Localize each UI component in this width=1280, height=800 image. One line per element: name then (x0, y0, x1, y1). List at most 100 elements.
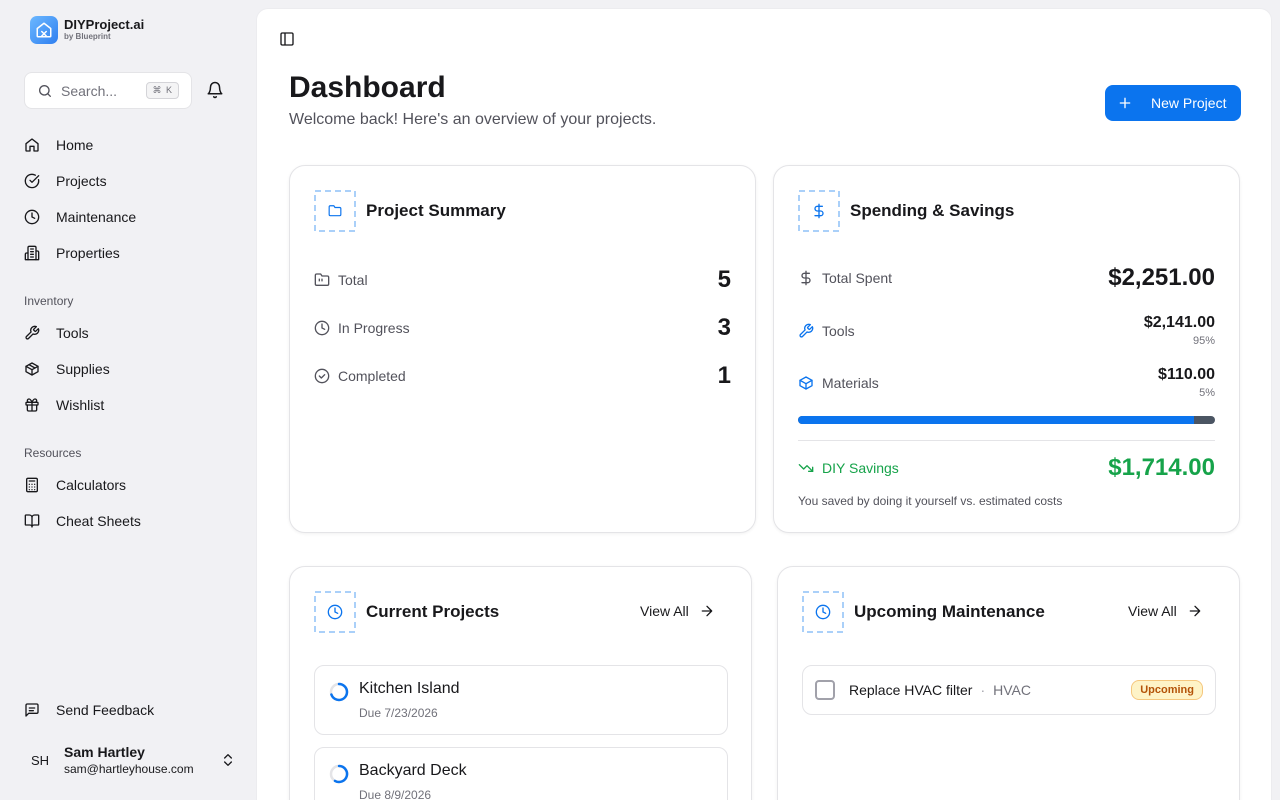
sidebar-item-calculators[interactable]: Calculators (24, 475, 126, 495)
sidebar-item-cheat-sheets[interactable]: Cheat Sheets (24, 511, 141, 531)
sidebar-item-projects[interactable]: Projects (24, 171, 107, 191)
maintenance-name: Replace HVAC filter (849, 682, 973, 698)
wrench-icon (25, 325, 40, 340)
spending-savings-card: Spending & Savings Total Spent $2,251.00… (773, 165, 1240, 533)
home-icon (25, 138, 39, 152)
section-label-inventory: Inventory (24, 294, 74, 308)
clock-icon (314, 320, 330, 336)
arrow-right-icon (1189, 605, 1201, 617)
maintenance-category: HVAC (993, 682, 1031, 698)
stat-in-progress: In Progress 3 (314, 314, 731, 342)
project-item[interactable]: Kitchen Island Due 7/23/2026 (314, 665, 728, 735)
maintenance-checkbox[interactable] (815, 680, 835, 700)
user-menu[interactable]: SH Sam Hartley sam@hartleyhouse.com (24, 740, 236, 780)
sidebar-item-properties[interactable]: Properties (24, 243, 120, 263)
maintenance-item[interactable]: Replace HVAC filter · HVAC Upcoming (802, 665, 1216, 715)
progress-ring-icon (329, 682, 349, 702)
tools-spend-label: Tools (822, 322, 855, 339)
total-spent-label: Total Spent (822, 270, 893, 286)
main-content: Dashboard Welcome back! Here's an overvi… (256, 8, 1272, 800)
diy-savings-value: $1,714.00 (1108, 454, 1215, 481)
package-icon (25, 362, 39, 376)
page-title: Dashboard (289, 71, 446, 104)
stat-label: Total (338, 272, 368, 288)
materials-spend-label: Materials (822, 374, 879, 391)
tools-spend-value: $2,141.00 (1143, 314, 1215, 331)
check-circle-icon (314, 368, 330, 384)
progress-ring-icon (329, 764, 349, 784)
card-title: Upcoming Maintenance (854, 602, 1045, 621)
materials-spend-value: $110.00 (1158, 366, 1215, 383)
sidebar-item-supplies[interactable]: Supplies (24, 359, 110, 379)
sidebar-item-tools[interactable]: Tools (24, 323, 89, 343)
new-project-button[interactable]: New Project (1105, 85, 1241, 121)
user-email: sam@hartleyhouse.com (64, 762, 194, 776)
search-input[interactable]: Search... ⌘ K (24, 72, 192, 109)
tools-spend-row: Tools $2,141.00 95% (798, 314, 1215, 347)
panel-left-icon (280, 32, 294, 46)
view-all-maintenance-button[interactable]: View All (1128, 603, 1203, 619)
send-feedback-button[interactable]: Send Feedback (24, 702, 154, 718)
sidebar: DIYProject.ai by Blueprint Search... ⌘ K… (0, 0, 256, 800)
package-icon (799, 375, 813, 390)
page-subtitle: Welcome back! Here's an overview of your… (289, 111, 657, 128)
view-all-projects-button[interactable]: View All (640, 603, 715, 619)
sidebar-item-label: Properties (56, 245, 120, 261)
search-placeholder: Search... (61, 82, 118, 99)
spend-split-bar (798, 416, 1215, 424)
separator-dot: · (980, 682, 986, 698)
sidebar-toggle-button[interactable] (279, 31, 295, 47)
total-spent-row: Total Spent $2,251.00 (798, 264, 1215, 292)
stat-value: 1 (717, 362, 731, 389)
sidebar-item-label: Supplies (56, 361, 110, 377)
stat-label: In Progress (338, 320, 410, 336)
wrench-icon (799, 323, 814, 338)
tools-spend-pct: 95% (1192, 335, 1215, 347)
calculator-icon (26, 477, 38, 493)
sidebar-item-label: Cheat Sheets (56, 513, 141, 529)
stat-completed: Completed 1 (314, 362, 731, 390)
sidebar-item-wishlist[interactable]: Wishlist (24, 395, 104, 415)
sidebar-item-maintenance[interactable]: Maintenance (24, 207, 136, 227)
diy-savings-row: DIY Savings $1,714.00 (798, 454, 1215, 482)
status-badge: Upcoming (1131, 680, 1203, 700)
card-title: Current Projects (366, 602, 500, 621)
clock-icon (24, 209, 40, 225)
current-projects-card: Current Projects View All Kitchen Island… (289, 566, 752, 800)
card-title: Project Summary (366, 201, 506, 220)
check-circle-icon (24, 173, 40, 189)
arrow-right-icon (701, 605, 713, 617)
project-summary-card: Project Summary Total 5 In Progress 3 Co… (289, 165, 756, 533)
brand-logo-icon (30, 16, 58, 44)
section-label-resources: Resources (24, 446, 82, 460)
current-projects-icon-box (314, 591, 356, 633)
project-due: Due 8/9/2026 (359, 788, 432, 800)
view-all-label: View All (1128, 603, 1177, 619)
project-name: Kitchen Island (359, 680, 460, 697)
materials-spend-pct: 5% (1199, 387, 1215, 399)
notifications-button[interactable] (206, 81, 224, 99)
sidebar-item-label: Maintenance (56, 209, 137, 225)
building-icon (24, 245, 40, 261)
sidebar-item-home[interactable]: Home (24, 135, 93, 155)
dollar-icon (801, 270, 811, 286)
folder-icon (314, 273, 330, 286)
gift-icon (25, 398, 39, 412)
send-feedback-label: Send Feedback (56, 702, 155, 718)
upcoming-maintenance-card: Upcoming Maintenance View All Replace HV… (777, 566, 1240, 800)
divider (798, 440, 1215, 441)
search-icon (39, 84, 51, 97)
trending-down-icon (798, 464, 814, 472)
diy-savings-label: DIY Savings (822, 460, 899, 476)
stat-value: 3 (717, 314, 731, 341)
brand[interactable]: DIYProject.ai by Blueprint (30, 16, 144, 44)
brand-sub: by Blueprint (64, 32, 111, 41)
bell-icon (207, 81, 223, 99)
plus-icon (1119, 97, 1131, 109)
project-item[interactable]: Backyard Deck Due 8/9/2026 (314, 747, 728, 800)
sidebar-item-label: Tools (56, 325, 89, 341)
stat-total: Total 5 (314, 266, 731, 294)
view-all-label: View All (640, 603, 689, 619)
sidebar-item-label: Projects (56, 173, 107, 189)
book-open-icon (24, 514, 40, 528)
